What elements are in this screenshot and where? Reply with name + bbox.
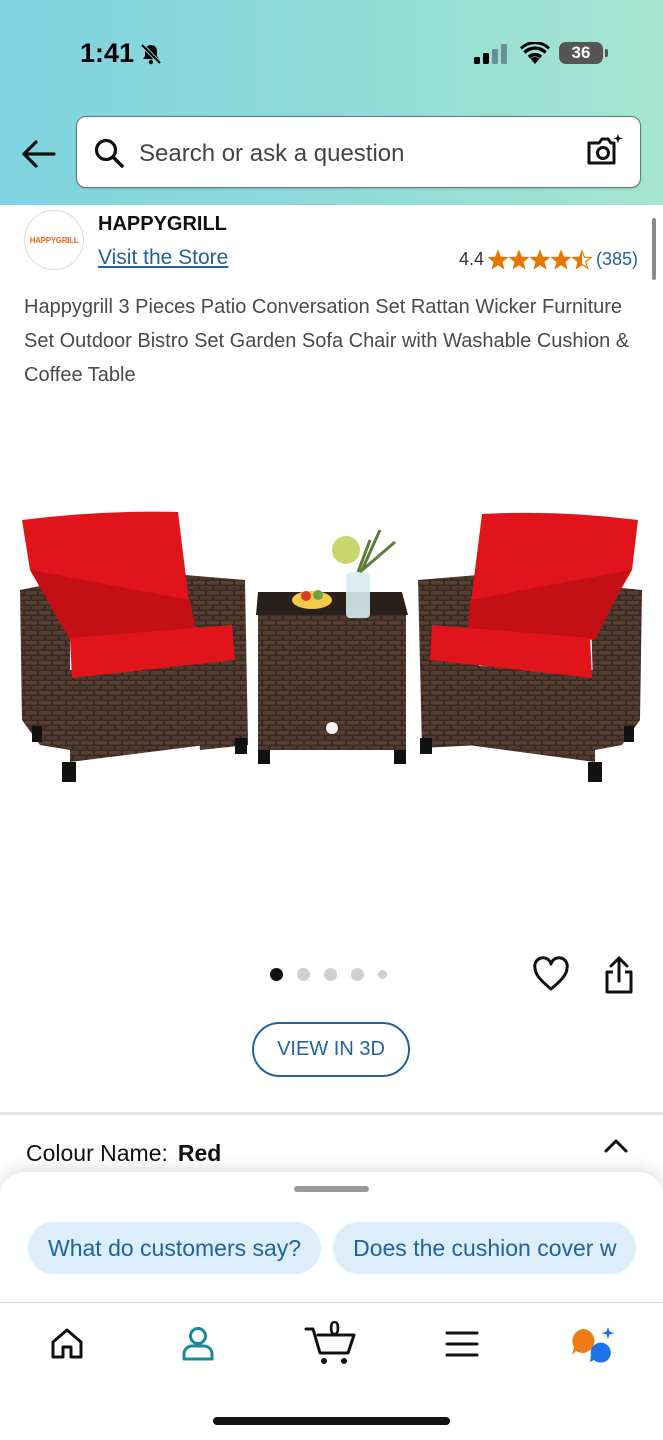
carousel-dot[interactable] [324, 968, 337, 981]
search-input[interactable]: Search or ask a question [76, 116, 641, 188]
star [571, 249, 592, 270]
review-count: (385) [595, 249, 638, 269]
coffee-table [256, 529, 408, 764]
visit-store-link[interactable]: Visit the Store [98, 246, 228, 270]
search-icon [94, 138, 124, 168]
header: 1:41 36 Search or ask a question [0, 0, 663, 205]
heart-icon[interactable] [532, 956, 570, 994]
share-icon[interactable] [603, 955, 635, 995]
home-icon[interactable] [49, 1325, 85, 1361]
account-icon[interactable] [180, 1325, 216, 1361]
suggestion-chip[interactable]: Does the cushion cover w [333, 1222, 637, 1274]
suggestion-chips: What do customers say? Does the cushion … [28, 1222, 637, 1274]
sheet-grabber[interactable] [294, 1186, 369, 1192]
star [550, 249, 572, 270]
product-image[interactable] [10, 500, 653, 800]
chevron-up-icon[interactable] [603, 1136, 629, 1154]
brand-logo[interactable]: HAPPYGRILL [24, 210, 84, 270]
rufus-icon[interactable] [568, 1325, 616, 1365]
scrollbar[interactable] [652, 218, 656, 280]
rufus-suggestion-sheet: What do customers say? Does the cushion … [0, 1172, 663, 1302]
menu-icon[interactable] [445, 1329, 479, 1359]
star [508, 249, 530, 270]
star [487, 249, 509, 270]
silent-bell-icon [140, 43, 162, 65]
cellular-signal-icon [474, 44, 507, 64]
home-indicator[interactable] [213, 1417, 450, 1425]
battery-indicator: 36 [559, 42, 608, 64]
carousel-dot[interactable] [351, 968, 364, 981]
wifi-icon [520, 42, 550, 64]
product-title: Happygrill 3 Pieces Patio Conversation S… [24, 296, 630, 386]
status-bar: 1:41 36 [0, 0, 663, 110]
right-chair [418, 512, 642, 782]
section-divider [0, 1112, 663, 1115]
cart-count-badge: 0 [329, 1318, 341, 1340]
search-placeholder: Search or ask a question [139, 140, 405, 167]
carousel-dot[interactable] [297, 968, 310, 981]
status-time: 1:41 [80, 38, 135, 68]
left-chair [20, 511, 248, 782]
image-carousel-dots[interactable] [270, 968, 387, 981]
carousel-dot[interactable] [378, 970, 387, 979]
colour-value: Red [177, 1140, 222, 1166]
colour-label: Colour Name: [26, 1140, 168, 1166]
suggestion-chip[interactable]: What do customers say? [28, 1222, 322, 1274]
colour-selector[interactable]: Colour Name: Red [26, 1140, 221, 1167]
star [529, 249, 551, 270]
carousel-dot[interactable] [270, 968, 283, 981]
view-in-3d-button[interactable]: VIEW IN 3D [252, 1022, 410, 1077]
back-arrow-icon[interactable] [20, 138, 56, 170]
rating-summary[interactable]: 4.4 (385) [459, 249, 638, 270]
brand-logo-text: HAPPYGRILL [29, 235, 79, 245]
battery-level: 36 [571, 43, 591, 62]
rating-value: 4.4 [458, 249, 484, 269]
star-rating-icon [487, 249, 592, 270]
camera-lens-icon[interactable] [586, 133, 624, 171]
brand-name: HAPPYGRILL [98, 213, 227, 235]
